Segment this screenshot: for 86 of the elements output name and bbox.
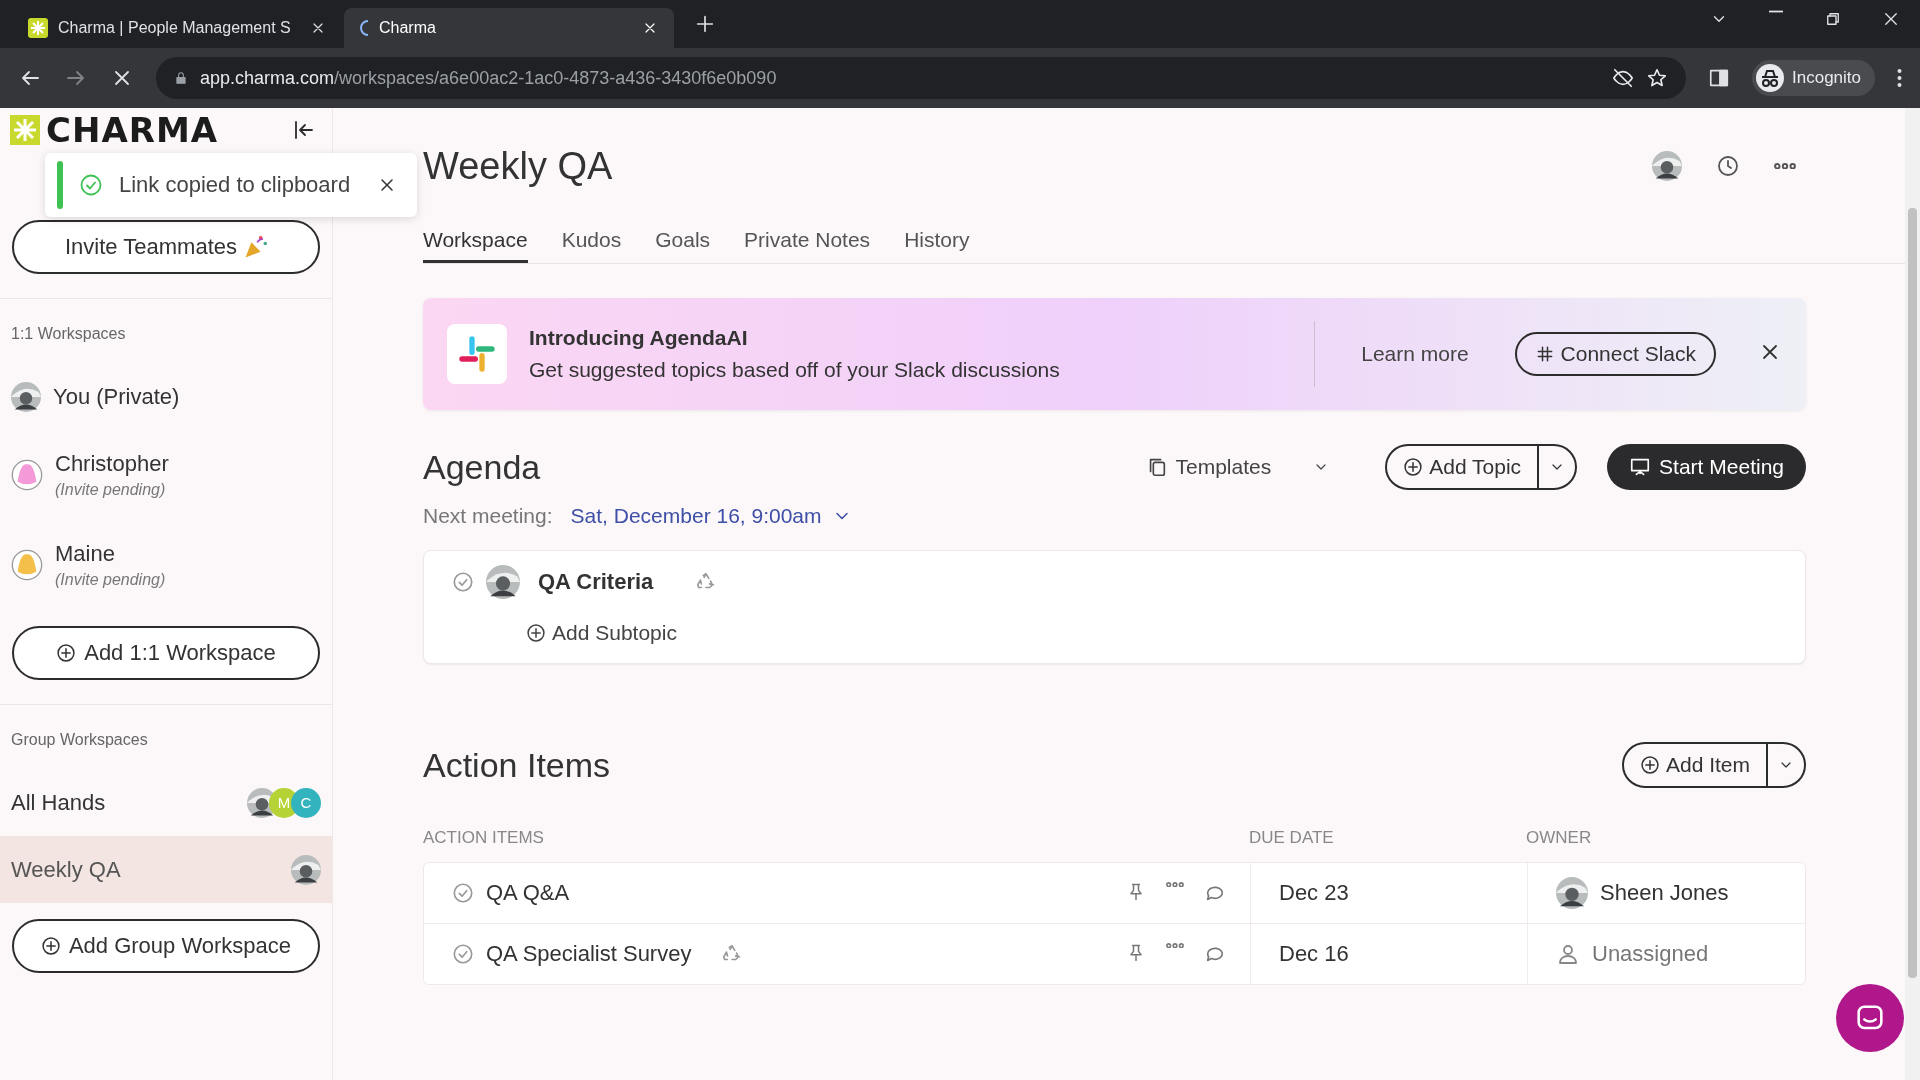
next-meeting-label: Next meeting: (423, 504, 553, 528)
learn-more-link[interactable]: Learn more (1361, 342, 1469, 366)
address-bar[interactable]: app.charma.com/workspaces/a6e00ac2-1ac0-4873-a436-3430f6e0b090 (156, 57, 1686, 99)
workspace-item[interactable]: You (Private) (0, 363, 332, 430)
profile-button[interactable]: Incognito (1752, 60, 1875, 96)
scrollbar[interactable] (1905, 108, 1920, 1080)
action-item-title: QA Q&A (486, 880, 570, 906)
loading-icon (360, 20, 369, 36)
owner-name[interactable]: Unassigned (1592, 941, 1709, 967)
page-tab[interactable]: Goals (655, 222, 711, 263)
screen-icon (1629, 456, 1652, 478)
more-icon[interactable] (1166, 943, 1184, 949)
plus-icon (56, 643, 77, 663)
party-popper-icon (245, 235, 267, 259)
invite-status: (Invite pending) (55, 571, 167, 589)
invite-status: (Invite pending) (55, 481, 167, 499)
avatar-photo (486, 565, 520, 599)
workspace-name: Christopher (55, 451, 170, 477)
favicon-icon (28, 18, 48, 38)
section-heading: 1:1 Workspaces (10, 325, 127, 343)
templates-button[interactable]: Templates (1139, 454, 1336, 480)
scrollbar-thumb[interactable] (1908, 208, 1917, 978)
avatar-photo (291, 854, 321, 885)
eye-off-icon (1612, 67, 1634, 89)
banner-title: Introducing AgendaAI (529, 326, 749, 350)
section-heading: Agenda (423, 447, 542, 487)
page-tab[interactable]: History (904, 222, 970, 263)
owner-name[interactable]: Sheen Jones (1600, 880, 1729, 906)
check-circle-icon (79, 173, 103, 197)
invite-button[interactable]: Invite Teammates (12, 220, 320, 274)
more-icon[interactable] (1774, 162, 1796, 170)
page-title: Weekly QA (423, 144, 614, 188)
plus-icon (1403, 457, 1424, 477)
star-icon (1646, 67, 1668, 89)
banner-text: Get suggested topics based off of your Slack discussions (529, 358, 1061, 382)
section-heading: Group Workspaces (10, 731, 149, 749)
meeting-date-picker[interactable]: Sat, December 16, 9:00am (570, 504, 852, 528)
check-icon (452, 882, 474, 904)
more-icon[interactable] (1166, 882, 1184, 888)
start-meeting-button[interactable]: Start Meeting (1607, 444, 1806, 490)
incognito-icon (1756, 64, 1784, 92)
avatar-initial: C (291, 787, 321, 818)
restore-icon (1824, 10, 1842, 28)
workspace-item[interactable]: Christopher (Invite pending) (0, 430, 332, 520)
menu-icon[interactable] (1897, 68, 1902, 88)
due-date[interactable]: Dec 16 (1250, 924, 1527, 984)
close-icon (1882, 10, 1900, 28)
action-item-title: QA Specialist Survey (486, 941, 692, 967)
workspace-item[interactable]: All Hands M C (0, 769, 332, 836)
person-icon (1556, 942, 1580, 966)
topic-title: QA Criteria (538, 569, 654, 595)
column-header: DUE DATE (1249, 828, 1335, 848)
plus-icon (526, 623, 546, 643)
page-tab[interactable]: Workspace (423, 222, 528, 263)
logo-icon (10, 115, 40, 145)
workspace-name: Maine (55, 541, 116, 567)
sidebar-icon (1708, 67, 1730, 89)
minimize-icon[interactable] (1768, 10, 1784, 13)
toast-message: Link copied to clipboard (119, 172, 352, 198)
workspace-item[interactable]: Weekly QA (0, 836, 332, 903)
add-subtopic-button[interactable]: Add Subtopic (526, 621, 677, 645)
due-date[interactable]: Dec 23 (1250, 863, 1527, 923)
connect-slack-button[interactable]: Connect Slack (1514, 332, 1716, 376)
page-tab[interactable]: Private Notes (744, 222, 871, 263)
add-workspace-button[interactable]: Add 1:1 Workspace (12, 626, 320, 680)
workspace-item[interactable]: Maine (Invite pending) (0, 520, 332, 610)
plus-icon (40, 936, 61, 956)
hash-logo-icon (457, 334, 497, 374)
collapse-icon (292, 118, 316, 142)
new-tab-icon (694, 13, 716, 35)
avatar-photo (1556, 877, 1588, 909)
avatar-photo (11, 381, 41, 412)
browser-tab[interactable]: Charma | People Management S (12, 8, 342, 48)
check-icon (452, 943, 474, 965)
plus-icon (1639, 755, 1660, 775)
logo[interactable]: CHARMA (10, 110, 219, 150)
browser-tab[interactable]: Charma (344, 8, 674, 48)
check-icon (452, 571, 474, 593)
page-tab[interactable]: Kudos (561, 222, 622, 263)
section-heading: Action Items (423, 745, 612, 785)
history-icon (1716, 154, 1740, 178)
lock-icon (174, 71, 188, 85)
column-header: ACTION ITEMS (423, 828, 545, 848)
avatar-photo (1652, 151, 1682, 181)
column-header: OWNER (1526, 828, 1593, 848)
add-workspace-button[interactable]: Add Group Workspace (12, 919, 320, 973)
